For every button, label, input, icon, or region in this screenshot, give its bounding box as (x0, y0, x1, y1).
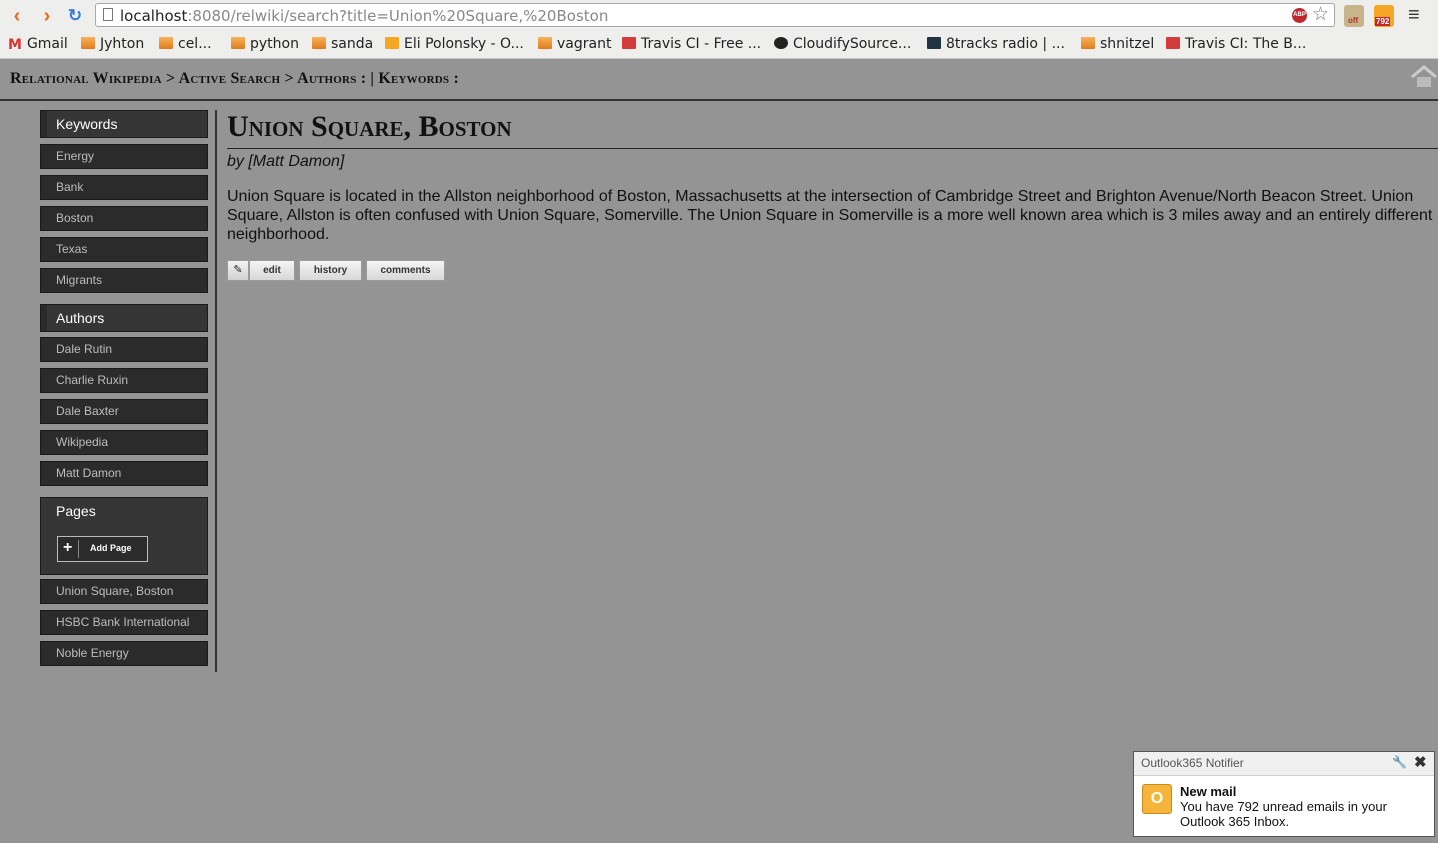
close-icon[interactable]: ✖ (1414, 753, 1427, 771)
bookmark-item[interactable]: vagrant (538, 36, 611, 54)
plus-icon: + (63, 539, 73, 556)
url-path: :8080/relwiki/search?title=Union%20Squar… (187, 7, 609, 25)
folder-icon (231, 37, 245, 49)
keyword-item[interactable]: Bank (40, 175, 208, 200)
gmail-icon: M (8, 37, 22, 53)
bookmark-item[interactable]: 8tracks radio | ... (927, 36, 1065, 54)
bookmark-label: Travis CI: The B... (1185, 36, 1307, 52)
bookmark-item[interactable]: shnitzel (1081, 36, 1154, 54)
bookmark-item[interactable]: python (231, 36, 299, 54)
page-item[interactable]: Union Square, Boston (40, 579, 208, 604)
bookmark-item[interactable]: sanda (312, 36, 373, 54)
bookmark-item[interactable]: Jyhton (81, 36, 144, 54)
article-body: Union Square is located in the Allston n… (227, 188, 1433, 243)
breadcrumb-bar: Relational Wikipedia > Active Search > A… (0, 59, 1438, 101)
notifier-title: Outlook365 Notifier (1141, 756, 1244, 770)
sidebar-divider (215, 110, 217, 672)
article-byline: by [Matt Damon] (227, 153, 345, 170)
notifier-heading: New mail (1180, 784, 1237, 799)
folder-icon (1081, 37, 1095, 49)
outlook-notifier-icon[interactable]: 792 (1374, 5, 1394, 27)
extension-off-icon[interactable]: off (1344, 5, 1364, 27)
folder-icon (538, 37, 552, 49)
bookmark-label: CloudifySource... (793, 36, 912, 52)
bookmark-label: sanda (331, 36, 374, 52)
bookmark-label: python (250, 36, 299, 52)
bookmark-star-icon[interactable]: ☆ (1312, 3, 1329, 26)
keyword-item[interactable]: Texas (40, 237, 208, 262)
url-host: localhost (120, 7, 188, 25)
author-item[interactable]: Wikipedia (40, 430, 208, 455)
author-item[interactable]: Matt Damon (40, 461, 208, 486)
bookmark-label: cel... (178, 36, 212, 52)
notifier-message: You have 792 unread emails in your Outlo… (1180, 799, 1387, 829)
folder-icon (159, 37, 173, 49)
8tracks-icon (927, 37, 941, 49)
travis-icon (622, 37, 636, 49)
office-icon (385, 37, 399, 49)
outlook-notifier-popup: Outlook365 Notifier 🔧 ✖ O New mail You h… (1133, 751, 1435, 837)
page-item[interactable]: HSBC Bank International (40, 610, 208, 635)
home-icon[interactable] (1410, 65, 1438, 89)
edit-button[interactable]: edit (249, 260, 295, 281)
button-divider (78, 540, 79, 558)
page-title: Union Square, Boston (227, 110, 512, 143)
extension-badge: 792 (1375, 17, 1391, 26)
bookmark-item[interactable]: Eli Polonsky - O... (385, 36, 524, 54)
menu-icon[interactable]: ≡ (1408, 4, 1420, 27)
pages-panel: Pages + Add Page (40, 497, 208, 575)
bookmarks-bar: M Gmail Jyhton cel... python sanda Eli Po… (0, 32, 1438, 59)
bookmark-label: Eli Polonsky - O... (404, 36, 524, 52)
pencil-icon[interactable]: ✎ (227, 260, 249, 281)
extension-off-badge: off (1348, 16, 1359, 25)
address-bar[interactable]: localhost:8080/relwiki/search?title=Unio… (95, 3, 1335, 27)
history-button[interactable]: history (299, 260, 362, 281)
notifier-header: Outlook365 Notifier 🔧 ✖ (1134, 752, 1434, 776)
reload-icon[interactable]: ↻ (64, 5, 86, 27)
back-icon[interactable]: ‹ (6, 5, 28, 27)
travis-icon (1166, 37, 1180, 49)
bookmark-item[interactable]: M Gmail (8, 36, 68, 54)
breadcrumb[interactable]: Relational Wikipedia > Active Search > A… (10, 70, 459, 88)
bookmark-item[interactable]: Travis CI: The B... (1166, 36, 1306, 54)
author-item[interactable]: Dale Baxter (40, 399, 208, 424)
author-item[interactable]: Charlie Ruxin (40, 368, 208, 393)
bookmark-item[interactable]: Travis CI - Free ... (622, 36, 761, 54)
pages-heading: Pages (56, 503, 96, 519)
keyword-item[interactable]: Migrants (40, 268, 208, 293)
wrench-icon[interactable]: 🔧 (1392, 755, 1407, 769)
bookmark-label: Jyhton (100, 36, 145, 52)
outlook-icon: O (1142, 784, 1172, 814)
comments-button[interactable]: comments (366, 260, 445, 281)
bookmark-item[interactable]: cel... (159, 36, 212, 54)
keywords-heading: Keywords (40, 110, 208, 138)
bookmark-item[interactable]: CloudifySource... (774, 36, 911, 54)
page-icon (103, 8, 113, 21)
folder-icon (312, 37, 326, 49)
github-icon (774, 37, 788, 49)
url-text: localhost:8080/relwiki/search?title=Unio… (120, 7, 608, 25)
add-page-button[interactable]: + Add Page (57, 536, 148, 562)
bookmark-label: 8tracks radio | ... (946, 36, 1065, 52)
browser-toolbar: ‹ › ↻ localhost:8080/relwiki/search?titl… (0, 0, 1438, 32)
forward-icon[interactable]: › (36, 5, 58, 27)
bookmark-label: Travis CI - Free ... (641, 36, 762, 52)
authors-heading: Authors (40, 304, 208, 332)
page-item[interactable]: Noble Energy (40, 641, 208, 666)
adblock-icon[interactable]: ABP (1292, 8, 1307, 23)
bookmark-label: shnitzel (1100, 36, 1155, 52)
bookmark-label: Gmail (26, 36, 68, 52)
keyword-item[interactable]: Energy (40, 144, 208, 169)
folder-icon (81, 37, 95, 49)
keyword-item[interactable]: Boston (40, 206, 208, 231)
add-page-label: Add Page (90, 543, 132, 553)
author-item[interactable]: Dale Rutin (40, 337, 208, 362)
bookmark-label: vagrant (557, 36, 612, 52)
title-divider (227, 148, 1438, 149)
